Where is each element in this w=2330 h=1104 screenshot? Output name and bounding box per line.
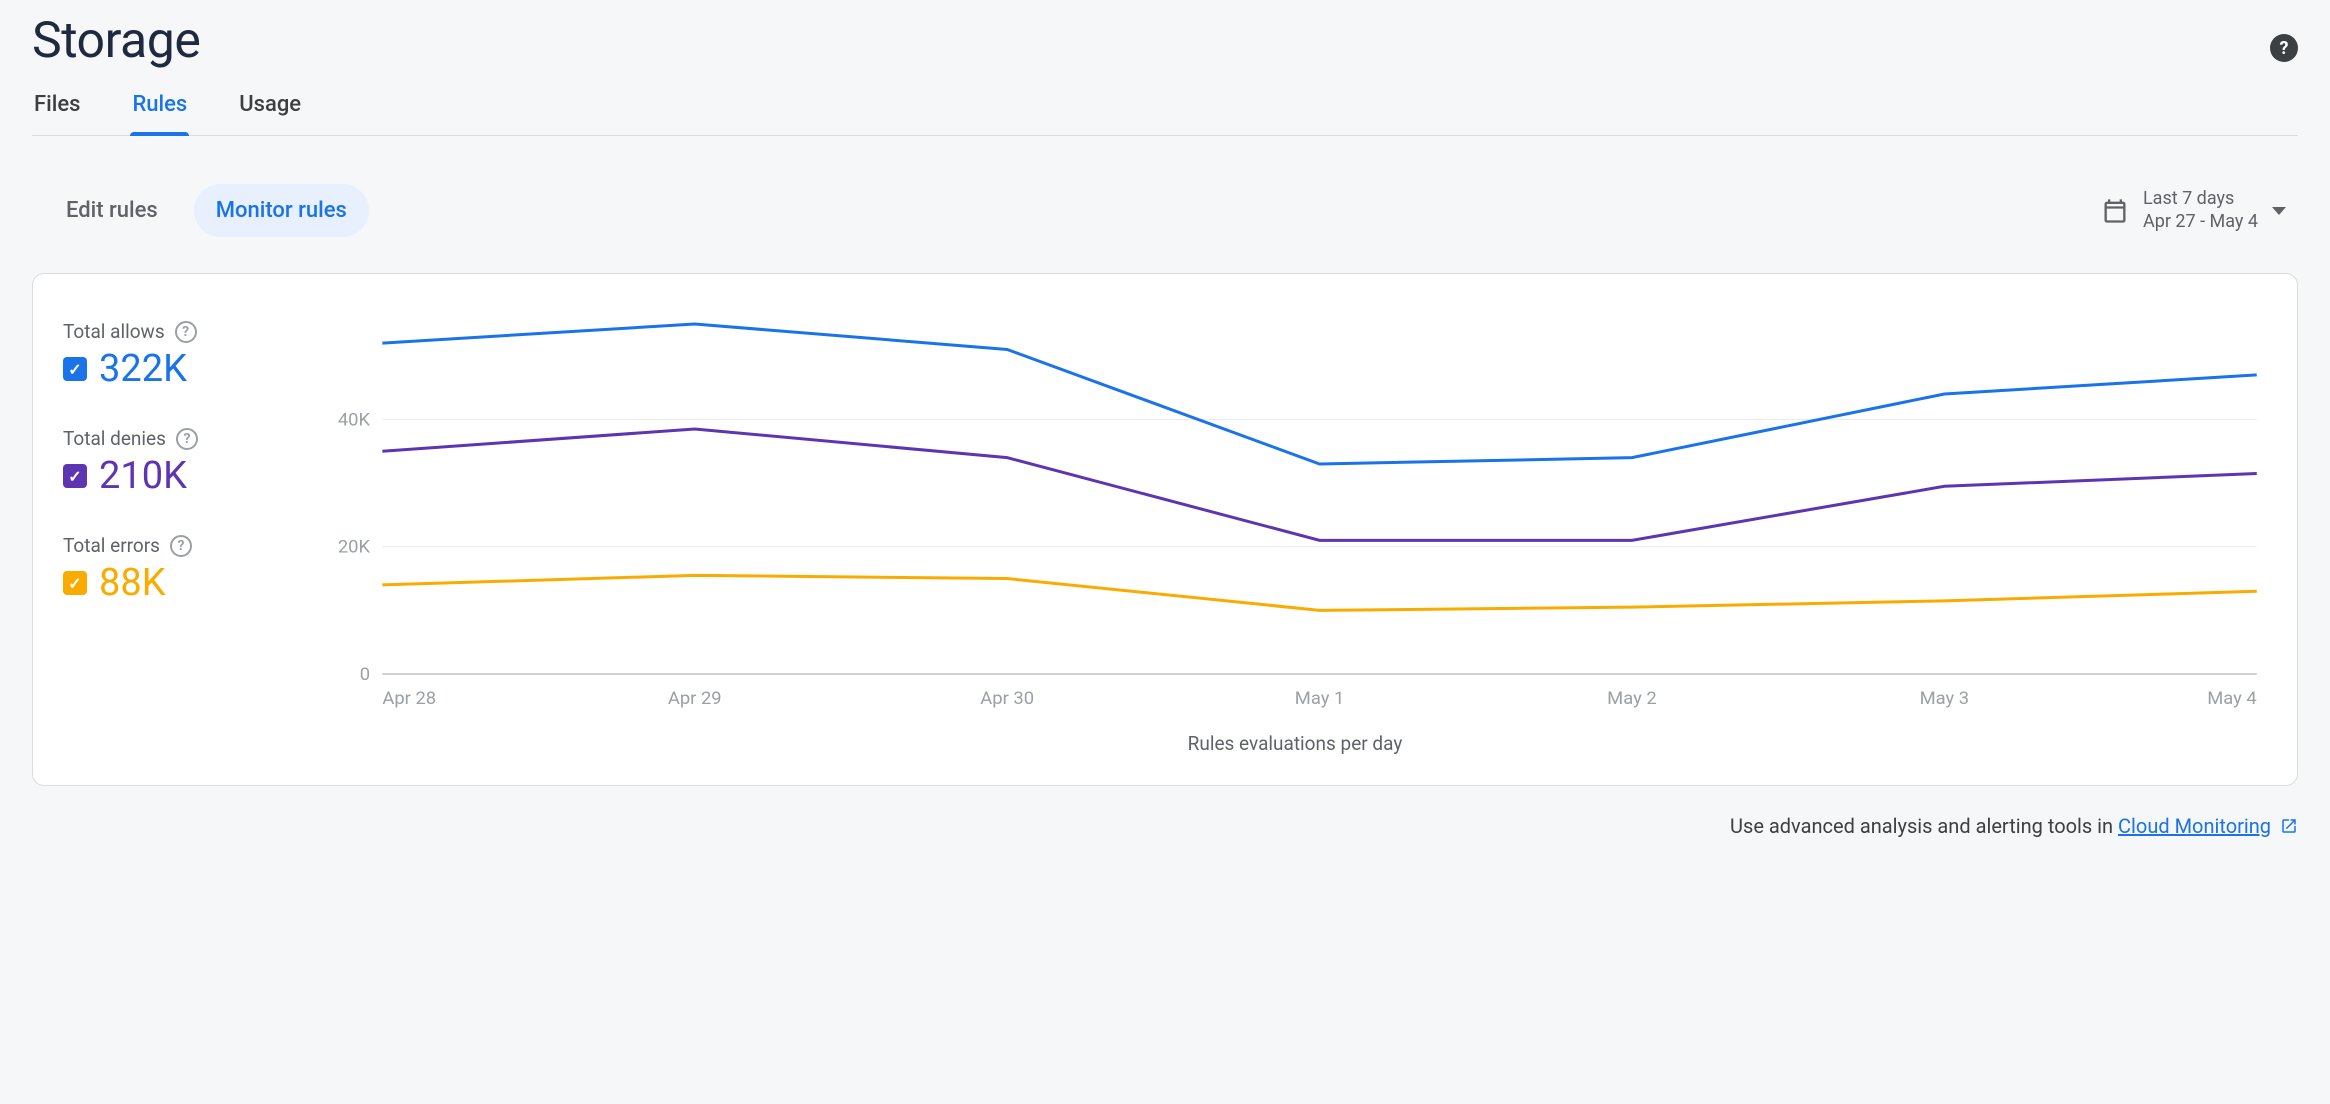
legend-label-denies: Total denies xyxy=(63,427,166,450)
legend-value-errors: 88K xyxy=(99,561,166,605)
rules-subtabs: Edit rules Monitor rules xyxy=(44,184,369,237)
help-icon[interactable]: ? xyxy=(2270,34,2298,62)
main-tabs: Files Rules Usage xyxy=(32,78,2298,136)
legend-item-denies: Total denies ? ✓ 210K xyxy=(63,427,293,498)
chart-xlabel: Rules evaluations per day xyxy=(323,732,2267,755)
legend-checkbox-allows[interactable]: ✓ xyxy=(63,357,87,381)
footer-hint: Use advanced analysis and alerting tools… xyxy=(32,814,2298,838)
cloud-monitoring-link[interactable]: Cloud Monitoring xyxy=(2118,814,2271,838)
svg-text:0: 0 xyxy=(360,664,370,685)
legend-value-allows: 322K xyxy=(99,347,187,391)
svg-text:May 3: May 3 xyxy=(1920,688,1970,709)
date-range-picker[interactable]: Last 7 days Apr 27 - May 4 xyxy=(2101,188,2286,233)
svg-text:May 4: May 4 xyxy=(2207,688,2257,709)
legend-checkbox-errors[interactable]: ✓ xyxy=(63,571,87,595)
legend-label-allows: Total allows xyxy=(63,320,165,343)
date-range-text: Last 7 days Apr 27 - May 4 xyxy=(2143,188,2258,233)
subtab-edit-rules[interactable]: Edit rules xyxy=(44,184,180,237)
chart-card: Total allows ? ✓ 322K Total denies ? ✓ 2… xyxy=(32,273,2298,786)
date-range-label: Last 7 days xyxy=(2143,188,2258,211)
help-icon[interactable]: ? xyxy=(176,428,198,450)
external-link-icon xyxy=(2280,817,2298,835)
date-range-value: Apr 27 - May 4 xyxy=(2143,211,2258,234)
tab-rules[interactable]: Rules xyxy=(130,78,189,135)
legend-checkbox-denies[interactable]: ✓ xyxy=(63,464,87,488)
chart-area: 0 20K 40K Apr 28 Apr 29 Apr 30 May 1 May 2 May 3… xyxy=(323,314,2267,755)
legend-value-denies: 210K xyxy=(99,454,187,498)
help-icon[interactable]: ? xyxy=(170,535,192,557)
svg-text:40K: 40K xyxy=(338,410,371,431)
svg-text:May 2: May 2 xyxy=(1607,688,1657,709)
svg-text:Apr 28: Apr 28 xyxy=(382,688,436,709)
svg-text:Apr 30: Apr 30 xyxy=(980,688,1034,709)
line-chart: 0 20K 40K Apr 28 Apr 29 Apr 30 May 1 May 2 May 3… xyxy=(323,314,2267,714)
chart-legend: Total allows ? ✓ 322K Total denies ? ✓ 2… xyxy=(63,314,293,755)
tab-usage[interactable]: Usage xyxy=(237,78,303,135)
page-title: Storage xyxy=(32,12,200,70)
calendar-icon xyxy=(2101,197,2129,225)
legend-label-errors: Total errors xyxy=(63,534,160,557)
chevron-down-icon xyxy=(2272,207,2286,215)
svg-text:Apr 29: Apr 29 xyxy=(668,688,722,709)
legend-item-errors: Total errors ? ✓ 88K xyxy=(63,534,293,605)
subtab-monitor-rules[interactable]: Monitor rules xyxy=(194,184,369,237)
legend-item-allows: Total allows ? ✓ 322K xyxy=(63,320,293,391)
tab-files[interactable]: Files xyxy=(32,78,82,135)
svg-text:May 1: May 1 xyxy=(1295,688,1345,709)
help-icon[interactable]: ? xyxy=(175,321,197,343)
svg-text:20K: 20K xyxy=(338,537,371,558)
footer-prefix: Use advanced analysis and alerting tools… xyxy=(1730,814,2118,838)
